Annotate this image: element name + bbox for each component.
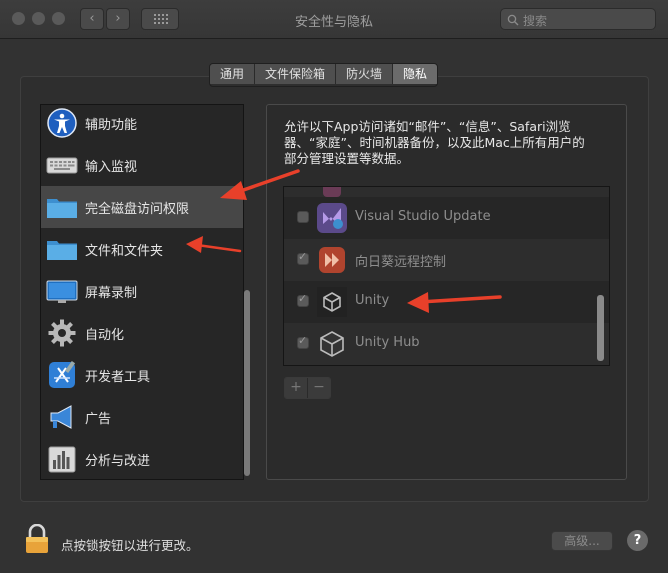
keyboard-icon (46, 157, 78, 174)
title-bar: ‹ › 安全性与隐私 搜索 (0, 0, 668, 39)
folder-icon (47, 241, 77, 260)
app-list-scrollbar[interactable] (597, 295, 604, 361)
unity-hub-icon (320, 331, 344, 357)
tab-bar: 通用 文件保险箱 防火墙 隐私 (209, 63, 439, 87)
sidebar-item-label: 广告 (85, 412, 112, 427)
list-item[interactable]: 向日葵远程控制 (284, 239, 609, 281)
sidebar-item-label: 辅助功能 (85, 118, 138, 133)
sidebar-item-full-disk-access[interactable]: 完全磁盘访问权限 (41, 186, 243, 228)
sidebar-item-automation[interactable]: 自动化 (41, 312, 243, 354)
app-icon (323, 187, 341, 197)
folder-icon (47, 199, 77, 218)
help-button[interactable]: ? (627, 530, 648, 551)
sidebar-item-developer-tools[interactable]: 开发者工具 (41, 354, 243, 396)
accessibility-icon (47, 108, 77, 138)
app-label: Unity (355, 293, 390, 308)
sidebar-scrollbar[interactable] (244, 290, 250, 476)
checkbox[interactable] (297, 334, 309, 349)
sidebar-item-screen-recording[interactable]: 屏幕录制 (41, 270, 243, 312)
add-button[interactable]: + (285, 378, 308, 398)
app-label: Visual Studio Update (355, 209, 491, 224)
tab-firewall[interactable]: 防火墙 (336, 64, 394, 84)
app-label: 向日葵远程控制 (355, 255, 447, 270)
app-list: Visual Studio Update 向日葵远程控制 Unity Unity… (283, 186, 610, 366)
sidebar-item-label: 屏幕录制 (85, 286, 138, 301)
sidebar-item-accessibility[interactable]: 辅助功能 (41, 105, 243, 144)
search-icon (507, 14, 519, 26)
unity-icon (317, 287, 347, 317)
gear-icon (48, 319, 76, 347)
sidebar-item-label: 分析与改进 (85, 454, 151, 469)
display-icon (46, 280, 78, 303)
checkbox[interactable] (297, 292, 309, 307)
app-label: Unity Hub (355, 335, 420, 350)
description-line: 器、“家庭”、时间机器备份，以及此Mac上所有用户的 (284, 135, 585, 150)
checkbox[interactable] (297, 211, 309, 223)
search-input[interactable]: 搜索 (500, 8, 656, 30)
checkbox[interactable] (297, 250, 309, 265)
advanced-button[interactable]: 高级... (551, 531, 613, 551)
tab-general[interactable]: 通用 (210, 64, 256, 84)
add-remove-control: + − (284, 377, 331, 399)
sidebar-item-label: 输入监视 (85, 160, 138, 175)
sidebar-item-label: 开发者工具 (85, 370, 151, 385)
sidebar-item-advertising[interactable]: 广告 (41, 396, 243, 438)
sidebar-item-input-monitoring[interactable]: 输入监视 (41, 144, 243, 186)
xcode-icon (49, 360, 76, 388)
remove-button[interactable]: − (308, 378, 330, 398)
list-item[interactable]: Visual Studio Update (284, 197, 609, 239)
list-item[interactable]: Unity Hub (284, 323, 609, 365)
sidebar-item-files-and-folders[interactable]: 文件和文件夹 (41, 228, 243, 270)
visual-studio-icon (317, 203, 347, 233)
description-line: 允许以下App访问诸如“邮件”、“信息”、Safari浏览 (284, 119, 571, 134)
megaphone-icon (50, 405, 72, 429)
sidebar-item-analytics[interactable]: 分析与改进 (41, 438, 243, 479)
sidebar-item-label: 文件和文件夹 (85, 244, 164, 259)
list-item (284, 187, 609, 197)
access-description: 允许以下App访问诸如“邮件”、“信息”、Safari浏览 器、“家庭”、时间机… (284, 119, 614, 167)
privacy-category-list: 辅助功能 输入监视 完全磁盘访问权限 文件和文件夹 屏幕录制 自动化 开发者工具… (40, 104, 244, 480)
sunlogin-icon (319, 247, 345, 273)
lock-message: 点按锁按钮以进行更改。 (61, 538, 199, 553)
search-placeholder: 搜索 (523, 14, 548, 28)
sidebar-item-label: 自动化 (85, 328, 125, 343)
description-line: 部分管理设置等数据。 (284, 151, 410, 166)
tab-filevault[interactable]: 文件保险箱 (255, 64, 337, 84)
list-item[interactable]: Unity (284, 281, 609, 323)
sidebar-item-label: 完全磁盘访问权限 (85, 202, 190, 217)
lock-icon (26, 523, 48, 553)
lock-button[interactable] (25, 523, 49, 558)
tab-privacy[interactable]: 隐私 (393, 64, 438, 84)
chart-icon (48, 446, 76, 473)
